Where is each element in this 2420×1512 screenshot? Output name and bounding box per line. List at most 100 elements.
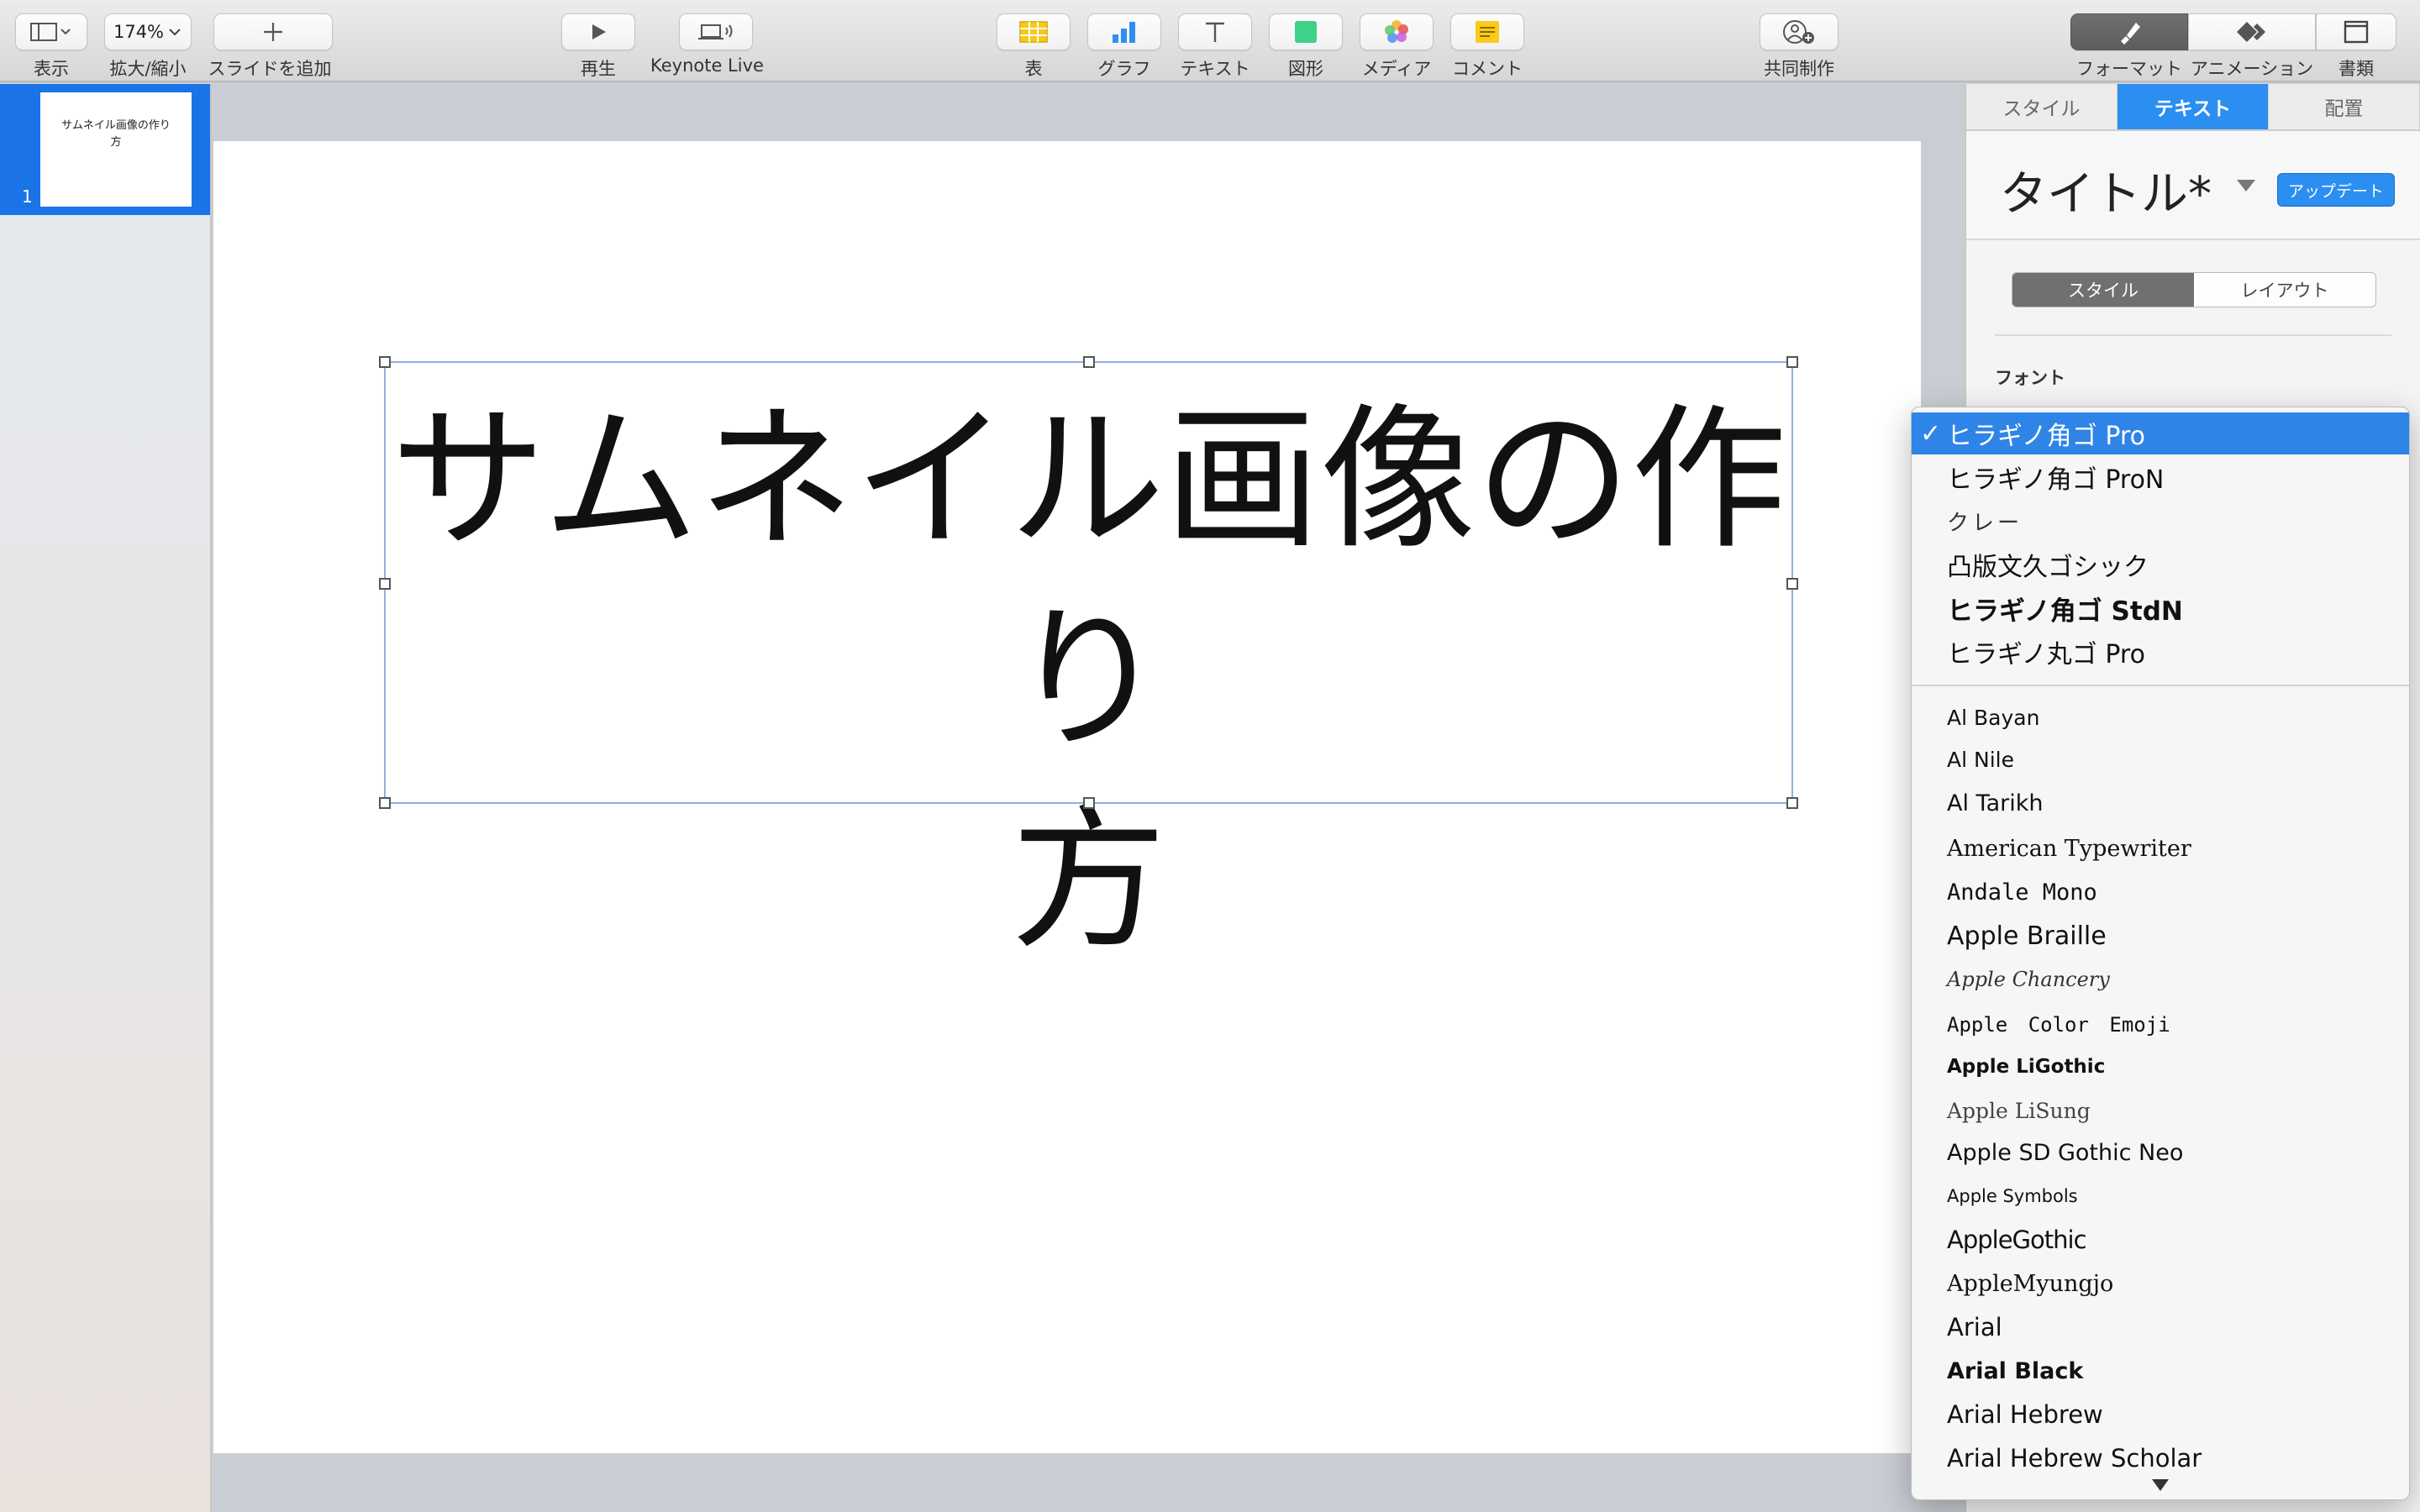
resize-handle-bottom-left[interactable] <box>379 797 391 809</box>
chevron-down-icon <box>169 29 181 36</box>
shape-button[interactable] <box>1269 13 1343 50</box>
text-control[interactable]: テキスト <box>1178 13 1252 81</box>
chart-label: グラフ <box>1097 59 1151 79</box>
text-label: テキスト <box>1180 59 1250 79</box>
font-menu-item-hiragino-kaku-stdn[interactable]: ヒラギノ角ゴ StdN <box>1912 587 2409 629</box>
font-menu-item-apple-sd-gothic-neo[interactable]: Apple SD Gothic Neo <box>1912 1131 2409 1173</box>
resize-handle-top-left[interactable] <box>379 356 391 368</box>
font-menu-item-apple-braille[interactable]: Apple Braille <box>1912 915 2409 957</box>
font-menu-item-applemyungjo[interactable]: AppleMyungjo <box>1912 1263 2409 1305</box>
font-menu-item-al-bayan[interactable]: Al Bayan <box>1912 696 2409 738</box>
font-menu-item-hiragino-kaku-pro[interactable]: ✓ ヒラギノ角ゴ Pro <box>1912 412 2409 454</box>
tab-style[interactable]: スタイル <box>1966 84 2118 129</box>
slide-thumbnail[interactable]: サムネイル画像の作り 方 <box>40 92 192 207</box>
collaborate-button[interactable] <box>1760 13 1839 50</box>
shape-label: 図形 <box>1288 59 1323 79</box>
keynote-live-label: Keynote Live <box>650 55 764 76</box>
format-button[interactable] <box>2070 13 2188 50</box>
update-style-button[interactable]: アップデート <box>2277 173 2395 207</box>
font-menu-item-al-tarikh[interactable]: Al Tarikh <box>1912 782 2409 824</box>
tab-text[interactable]: テキスト <box>2118 84 2269 129</box>
inspector-tabs: スタイル テキスト 配置 <box>1966 84 2420 131</box>
resize-handle-bottom-right[interactable] <box>1786 797 1798 809</box>
chart-button[interactable] <box>1087 13 1161 50</box>
resize-handle-top[interactable] <box>1083 356 1095 368</box>
font-menu-item-klee[interactable]: クレー <box>1912 500 2409 542</box>
toolbar: 表示 174% 拡大/縮小 スライドを追加 再生 Keynote Live 表 … <box>0 0 2420 82</box>
zoom-value: 174% <box>113 22 165 42</box>
chart-control[interactable]: グラフ <box>1087 13 1161 81</box>
style-layout-segmented-control: スタイル レイアウト <box>2012 272 2376 307</box>
font-menu-item-hiragino-maru-pro[interactable]: ヒラギノ丸ゴ Pro <box>1912 631 2409 673</box>
text-button[interactable] <box>1178 13 1252 50</box>
zoom-button[interactable]: 174% <box>104 13 192 50</box>
slide-navigator-item[interactable]: 1 サムネイル画像の作り 方 <box>0 84 210 215</box>
document-label: 書類 <box>2338 59 2374 79</box>
font-menu-item-apple-color-emoji[interactable]: Apple Color Emoji <box>1912 1004 2409 1046</box>
format-control[interactable]: フォーマット <box>2070 13 2188 81</box>
chevron-down-icon[interactable] <box>2237 180 2255 192</box>
font-menu-item-apple-symbols[interactable]: Apple Symbols <box>1912 1175 2409 1217</box>
table-icon <box>1019 21 1048 43</box>
view-button[interactable] <box>15 13 87 50</box>
scroll-down-arrow-icon[interactable] <box>2152 1479 2169 1491</box>
slide-title[interactable]: サムネイル画像の作り 方 <box>386 363 1791 979</box>
slide-canvas-area: サムネイル画像の作り 方 <box>213 84 1965 1512</box>
font-menu-item-apple-chancery[interactable]: Apple Chancery <box>1912 958 2409 1000</box>
comment-button[interactable] <box>1450 13 1524 50</box>
resize-handle-left[interactable] <box>379 578 391 590</box>
font-menu-item-toppan-bunkyu-gothic[interactable]: 凸版文久ゴシック <box>1912 543 2409 585</box>
document-button[interactable] <box>2316 13 2396 50</box>
font-menu-item-hiragino-kaku-pron[interactable]: ヒラギノ角ゴ ProN <box>1912 456 2409 498</box>
paragraph-style-name[interactable]: タイトル* <box>2000 156 2212 224</box>
format-label: フォーマット <box>2076 59 2182 79</box>
font-menu-item-arial-hebrew-scholar[interactable]: Arial Hebrew Scholar <box>1912 1437 2409 1479</box>
animate-label: アニメーション <box>2190 59 2314 79</box>
table-control[interactable]: 表 <box>997 13 1071 81</box>
play-label: 再生 <box>581 59 616 79</box>
font-menu-item-apple-lisung[interactable]: Apple LiSung <box>1912 1089 2409 1131</box>
keynote-live-control[interactable]: Keynote Live <box>650 13 764 76</box>
bar-chart-icon <box>1113 22 1135 43</box>
animate-control[interactable]: アニメーション <box>2188 13 2316 81</box>
add-slide-label: スライドを追加 <box>208 59 332 79</box>
play-button[interactable] <box>561 13 635 50</box>
keynote-live-button[interactable] <box>679 13 754 50</box>
table-button[interactable] <box>997 13 1071 50</box>
view-control[interactable]: 表示 <box>15 13 87 81</box>
slide-canvas[interactable]: サムネイル画像の作り 方 <box>213 141 1921 1453</box>
table-label: 表 <box>1024 59 1043 79</box>
font-menu-item-al-nile[interactable]: Al Nile <box>1912 738 2409 780</box>
font-menu-item-arial-hebrew[interactable]: Arial Hebrew <box>1912 1394 2409 1436</box>
media-button[interactable] <box>1360 13 1434 50</box>
slide-number: 1 <box>22 186 33 207</box>
divider <box>1995 334 2391 336</box>
animate-button[interactable] <box>2188 13 2316 50</box>
shape-control[interactable]: 図形 <box>1269 13 1343 81</box>
segment-layout[interactable]: レイアウト <box>2194 273 2375 307</box>
segment-style[interactable]: スタイル <box>2012 273 2194 307</box>
title-text-box[interactable]: サムネイル画像の作り 方 <box>379 356 1798 970</box>
paragraph-style-row: タイトル* アップデート <box>1966 131 2420 240</box>
comment-control[interactable]: コメント <box>1450 13 1524 81</box>
resize-handle-right[interactable] <box>1786 578 1798 590</box>
font-menu-item-applegothic[interactable]: AppleGothic <box>1912 1219 2409 1261</box>
resize-handle-top-right[interactable] <box>1786 356 1798 368</box>
font-menu-item-arial[interactable]: Arial <box>1912 1306 2409 1348</box>
font-menu-item-american-typewriter[interactable]: American Typewriter <box>1912 827 2409 869</box>
tab-arrange[interactable]: 配置 <box>2269 84 2420 129</box>
checkmark-icon: ✓ <box>1920 418 1942 449</box>
font-menu-item-apple-ligothic[interactable]: Apple LiGothic <box>1912 1046 2409 1088</box>
zoom-control[interactable]: 174% 拡大/縮小 <box>104 13 192 81</box>
collaborate-control[interactable]: 共同制作 <box>1760 13 1839 81</box>
media-control[interactable]: メディア <box>1360 13 1434 81</box>
slide-thumbnail-text-line1: サムネイル画像の作り <box>61 119 171 132</box>
add-slide-control[interactable]: スライドを追加 <box>207 13 333 81</box>
resize-handle-bottom[interactable] <box>1083 797 1095 809</box>
font-menu-item-arial-black[interactable]: Arial Black <box>1912 1350 2409 1392</box>
document-control[interactable]: 書類 <box>2316 13 2396 81</box>
font-menu-item-andale-mono[interactable]: Andale Mono <box>1912 871 2409 913</box>
play-control[interactable]: 再生 <box>561 13 635 81</box>
add-slide-button[interactable] <box>213 13 333 50</box>
add-person-icon <box>1783 20 1814 44</box>
